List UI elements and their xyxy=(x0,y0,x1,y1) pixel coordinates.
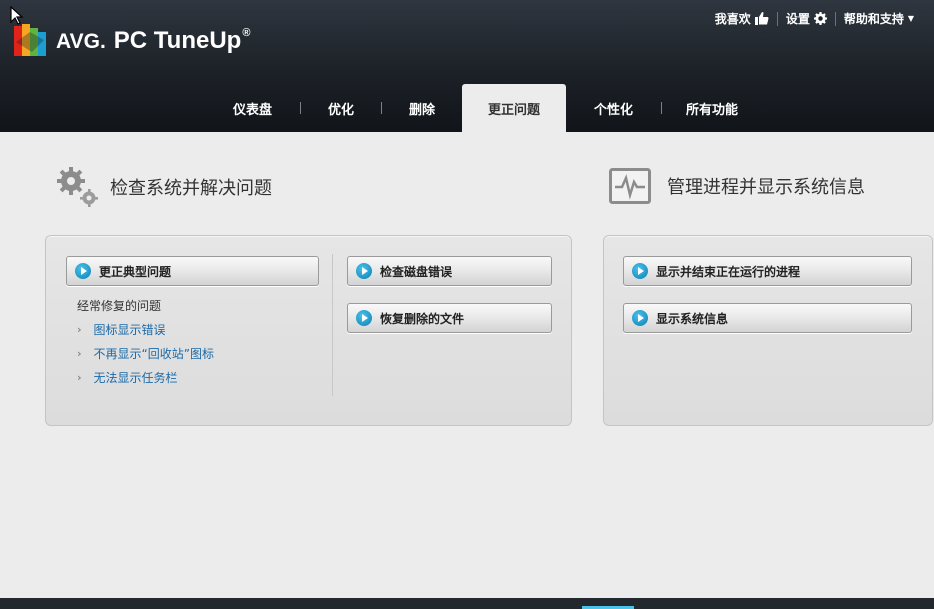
tab-optimize[interactable]: 优化 xyxy=(301,84,381,132)
settings-link[interactable]: 设置 xyxy=(786,10,827,27)
left-section-header: 检查系统并解决问题 xyxy=(56,166,272,208)
section-title: 检查系统并解决问题 xyxy=(110,178,272,199)
right-section-header: 管理进程并显示系统信息 xyxy=(609,168,865,204)
play-icon xyxy=(632,310,648,326)
show-processes-button[interactable]: 显示并结束正在运行的进程 xyxy=(623,256,912,286)
issue-link-taskbar[interactable]: › 无法显示任务栏 xyxy=(77,369,178,386)
issue-link-icons[interactable]: › 图标显示错误 xyxy=(77,321,166,338)
settings-label: 设置 xyxy=(785,12,810,26)
link-label: 无法显示任务栏 xyxy=(93,371,178,385)
button-label: 更正典型问题 xyxy=(99,264,172,279)
button-label: 显示并结束正在运行的进程 xyxy=(656,264,801,279)
like-label: 我喜欢 xyxy=(714,12,751,26)
play-icon xyxy=(75,263,91,279)
mouse-cursor-icon xyxy=(10,6,24,25)
section-title: 管理进程并显示系统信息 xyxy=(667,177,865,198)
tab-label: 删除 xyxy=(408,102,435,118)
tab-clean[interactable]: 删除 xyxy=(382,84,462,132)
tab-label: 优化 xyxy=(327,102,354,118)
app-header: AVG. PC TuneUp® 我喜欢 设置 帮助和支持 ▼ 仪表盘 优化 删除… xyxy=(0,0,934,132)
gears-icon xyxy=(57,167,98,207)
brand-avg: AVG. xyxy=(56,30,106,53)
brand-product: PC TuneUp xyxy=(113,27,242,54)
tab-personalize[interactable]: 个性化 xyxy=(566,84,661,132)
link-label: 图标显示错误 xyxy=(93,323,166,337)
tab-fix-problems[interactable]: 更正问题 xyxy=(462,84,566,132)
play-icon xyxy=(632,263,648,279)
tab-label: 仪表盘 xyxy=(232,102,272,118)
tab-all-functions[interactable]: 所有功能 xyxy=(662,84,762,132)
tab-dashboard[interactable]: 仪表盘 xyxy=(205,84,300,132)
thumbs-up-icon xyxy=(754,12,769,25)
brand-reg: ® xyxy=(242,27,251,39)
divider xyxy=(332,254,333,396)
chevron-right-icon: › xyxy=(77,347,82,360)
processes-panel: 显示并结束正在运行的进程 显示系统信息 xyxy=(603,235,933,426)
play-icon xyxy=(356,263,372,279)
help-label: 帮助和支持 xyxy=(843,12,904,26)
button-label: 恢复删除的文件 xyxy=(380,311,465,326)
main-tabs: 仪表盘 优化 删除 更正问题 个性化 所有功能 xyxy=(205,84,762,132)
gear-icon xyxy=(813,12,827,25)
check-disk-button[interactable]: 检查磁盘错误 xyxy=(347,256,552,286)
footer-bar xyxy=(0,598,934,609)
app-title: AVG. PC TuneUp® xyxy=(56,27,250,55)
fix-problems-panel: 更正典型问题 经常修复的问题 › 图标显示错误 › 不再显示“回收站”图标 › … xyxy=(45,235,572,426)
tab-label: 所有功能 xyxy=(685,102,738,118)
play-icon xyxy=(356,310,372,326)
top-nav: 我喜欢 设置 帮助和支持 ▼ xyxy=(715,10,914,27)
divider xyxy=(834,11,836,26)
issue-link-recycle-bin[interactable]: › 不再显示“回收站”图标 xyxy=(77,345,214,362)
link-label: 不再显示“回收站”图标 xyxy=(93,347,214,361)
button-label: 显示系统信息 xyxy=(656,311,729,326)
like-link[interactable]: 我喜欢 xyxy=(715,10,769,27)
avg-logo-icon xyxy=(14,24,46,56)
chevron-right-icon: › xyxy=(77,371,82,384)
button-label: 检查磁盘错误 xyxy=(380,264,453,279)
tab-label: 更正问题 xyxy=(487,102,540,118)
system-info-button[interactable]: 显示系统信息 xyxy=(623,303,912,333)
common-issues-label: 经常修复的问题 xyxy=(77,299,162,313)
fix-common-problems-button[interactable]: 更正典型问题 xyxy=(66,256,319,286)
help-link[interactable]: 帮助和支持 ▼ xyxy=(844,10,914,27)
chevron-right-icon: › xyxy=(77,323,82,336)
dropdown-arrow-icon: ▼ xyxy=(907,14,914,23)
divider xyxy=(776,11,778,26)
tab-label: 个性化 xyxy=(593,102,633,118)
restore-files-button[interactable]: 恢复删除的文件 xyxy=(347,303,552,333)
monitor-activity-icon xyxy=(609,168,651,204)
